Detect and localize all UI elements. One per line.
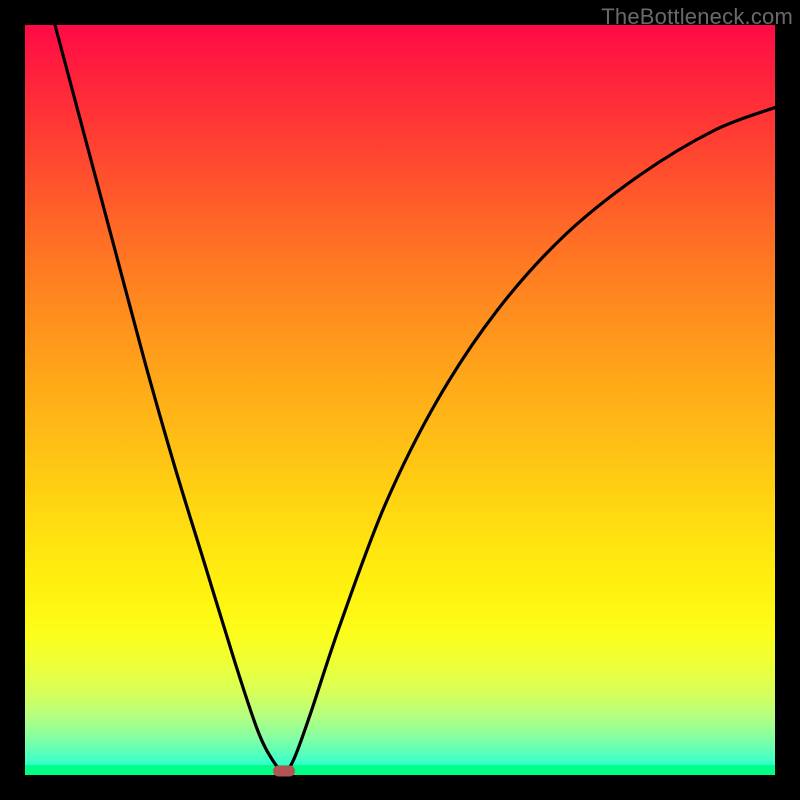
bottleneck-curve	[55, 25, 775, 771]
chart-frame: TheBottleneck.com	[0, 0, 800, 800]
optimum-marker	[273, 766, 295, 777]
watermark-text: TheBottleneck.com	[601, 4, 793, 30]
curve-layer	[25, 25, 775, 775]
